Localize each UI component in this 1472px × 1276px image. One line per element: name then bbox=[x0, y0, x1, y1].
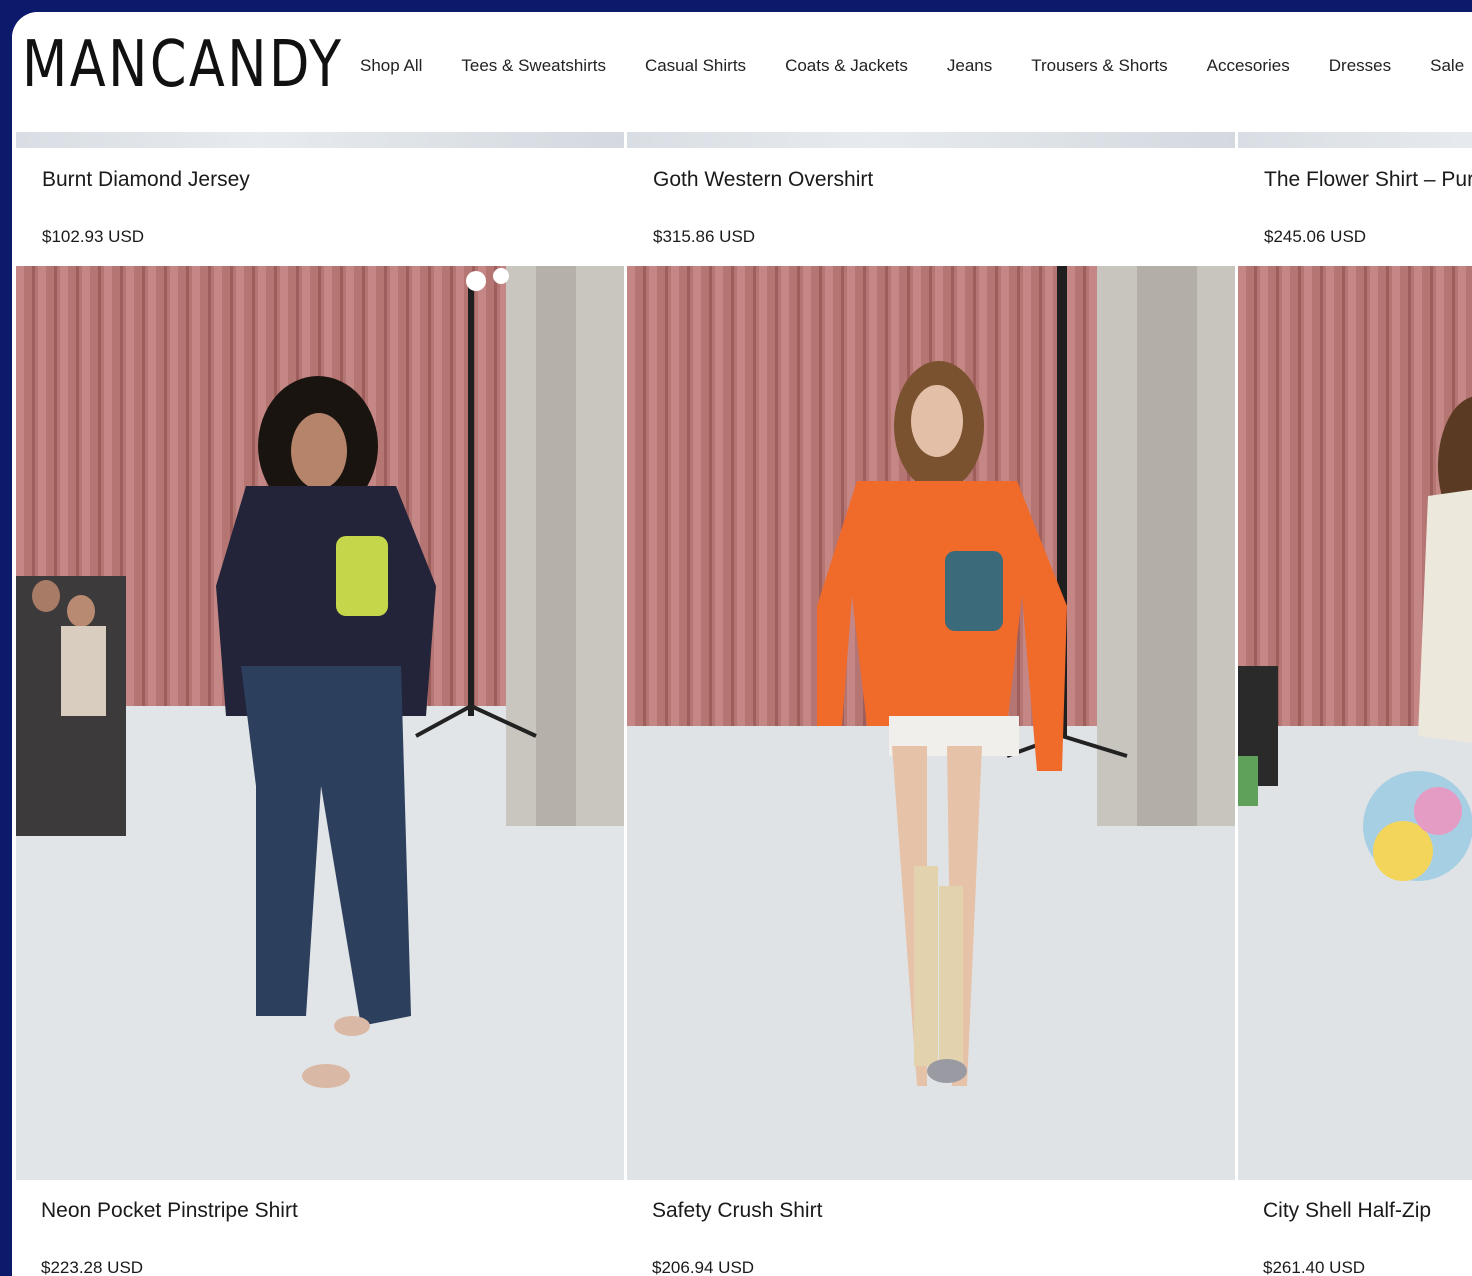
brand-logo[interactable]: MANCANDY bbox=[22, 28, 344, 102]
product-image[interactable] bbox=[627, 266, 1235, 1180]
product-title[interactable]: Neon Pocket Pinstripe Shirt bbox=[41, 1199, 298, 1223]
product-image[interactable] bbox=[1238, 266, 1472, 1180]
main-nav: Shop All Tees & Sweatshirts Casual Shirt… bbox=[360, 56, 1472, 76]
nav-accesories[interactable]: Accesories bbox=[1207, 56, 1290, 76]
product-title[interactable]: Burnt Diamond Jersey bbox=[42, 168, 250, 192]
nav-sale[interactable]: Sale bbox=[1430, 56, 1464, 76]
product-title[interactable]: Goth Western Overshirt bbox=[653, 168, 873, 192]
nav-shop-all[interactable]: Shop All bbox=[360, 56, 422, 76]
product-image-bottom[interactable] bbox=[1238, 132, 1472, 148]
site-header: MANCANDY Shop All Tees & Sweatshirts Cas… bbox=[12, 12, 1472, 132]
nav-trousers-shorts[interactable]: Trousers & Shorts bbox=[1031, 56, 1167, 76]
product-price: $102.93 USD bbox=[42, 227, 145, 246]
nav-tees-sweatshirts[interactable]: Tees & Sweatshirts bbox=[461, 56, 606, 76]
nav-jeans[interactable]: Jeans bbox=[947, 56, 992, 76]
product-image-bottom[interactable] bbox=[627, 132, 1235, 148]
nav-coats-jackets[interactable]: Coats & Jackets bbox=[785, 56, 908, 76]
product-column: Goth Western Overshirt $315.86 USD Safet… bbox=[627, 132, 1235, 1276]
browser-frame: MANCANDY Shop All Tees & Sweatshirts Cas… bbox=[12, 12, 1472, 1276]
product-title[interactable]: Safety Crush Shirt bbox=[652, 1199, 822, 1223]
product-image[interactable] bbox=[16, 266, 624, 1180]
product-price: $223.28 USD bbox=[41, 1258, 144, 1276]
product-price: $206.94 USD bbox=[652, 1258, 755, 1276]
product-price: $261.40 USD bbox=[1263, 1258, 1366, 1276]
product-title[interactable]: The Flower Shirt – Purp bbox=[1264, 168, 1472, 192]
product-price: $315.86 USD bbox=[653, 227, 756, 246]
product-price: $245.06 USD bbox=[1264, 227, 1367, 246]
product-column: Burnt Diamond Jersey $102.93 USD Neon Po… bbox=[16, 132, 624, 1276]
nav-dresses[interactable]: Dresses bbox=[1329, 56, 1391, 76]
nav-casual-shirts[interactable]: Casual Shirts bbox=[645, 56, 746, 76]
product-column: The Flower Shirt – Purp $245.06 USD City… bbox=[1238, 132, 1472, 1276]
product-image-bottom[interactable] bbox=[16, 132, 624, 148]
product-title[interactable]: City Shell Half-Zip bbox=[1263, 1199, 1431, 1223]
